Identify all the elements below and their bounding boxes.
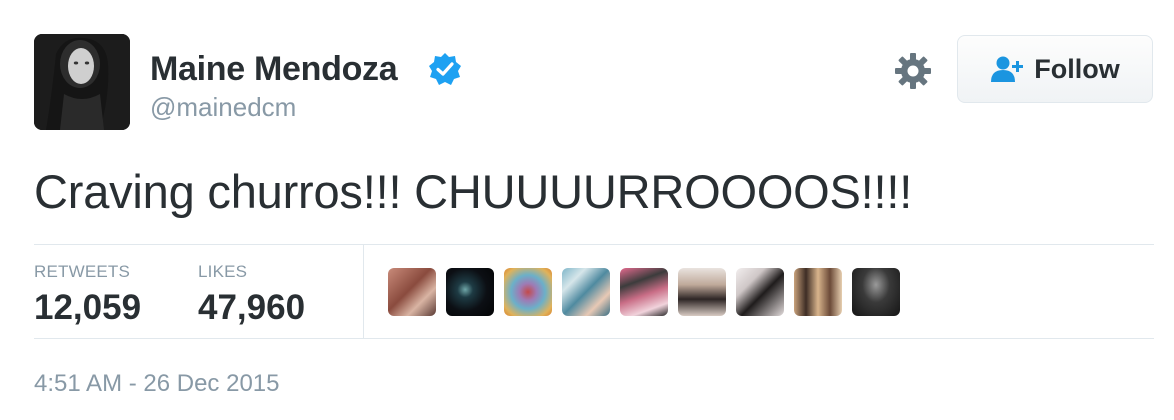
add-user-icon (991, 56, 1024, 82)
stats-divider (363, 245, 364, 338)
liker-avatar[interactable] (678, 268, 726, 316)
liker-avatar[interactable] (504, 268, 552, 316)
liker-avatar[interactable] (620, 268, 668, 316)
author-handle[interactable]: @mainedcm (150, 92, 296, 123)
author-name[interactable]: Maine Mendoza (150, 50, 398, 89)
liker-avatar[interactable] (388, 268, 436, 316)
tweet-timestamp[interactable]: 4:51 AM - 26 Dec 2015 (34, 370, 279, 398)
liker-avatar[interactable] (736, 268, 784, 316)
liker-avatars (388, 268, 900, 316)
retweets-count: 12,059 (34, 288, 142, 327)
follow-button-label: Follow (1034, 53, 1120, 84)
tweet-text: Craving churros!!! CHUUUURROOOOS!!!! (34, 165, 913, 218)
author-avatar[interactable] (34, 34, 130, 130)
likes-label: LIKES (198, 262, 248, 281)
liker-avatar[interactable] (852, 268, 900, 316)
divider (34, 244, 1154, 245)
follow-button[interactable]: Follow (957, 35, 1153, 103)
gear-icon[interactable] (893, 51, 933, 91)
likes-stat[interactable]: LIKES 47,960 (198, 262, 305, 328)
divider (34, 338, 1154, 339)
liker-avatar[interactable] (446, 268, 494, 316)
retweets-label: RETWEETS (34, 262, 131, 281)
verified-badge-icon (429, 53, 461, 85)
liker-avatar[interactable] (562, 268, 610, 316)
retweets-stat[interactable]: RETWEETS 12,059 (34, 262, 141, 328)
tweet-card: Maine Mendoza @mainedcm Follow Craving c… (0, 0, 1174, 420)
likes-count: 47,960 (198, 288, 306, 327)
liker-avatar[interactable] (794, 268, 842, 316)
